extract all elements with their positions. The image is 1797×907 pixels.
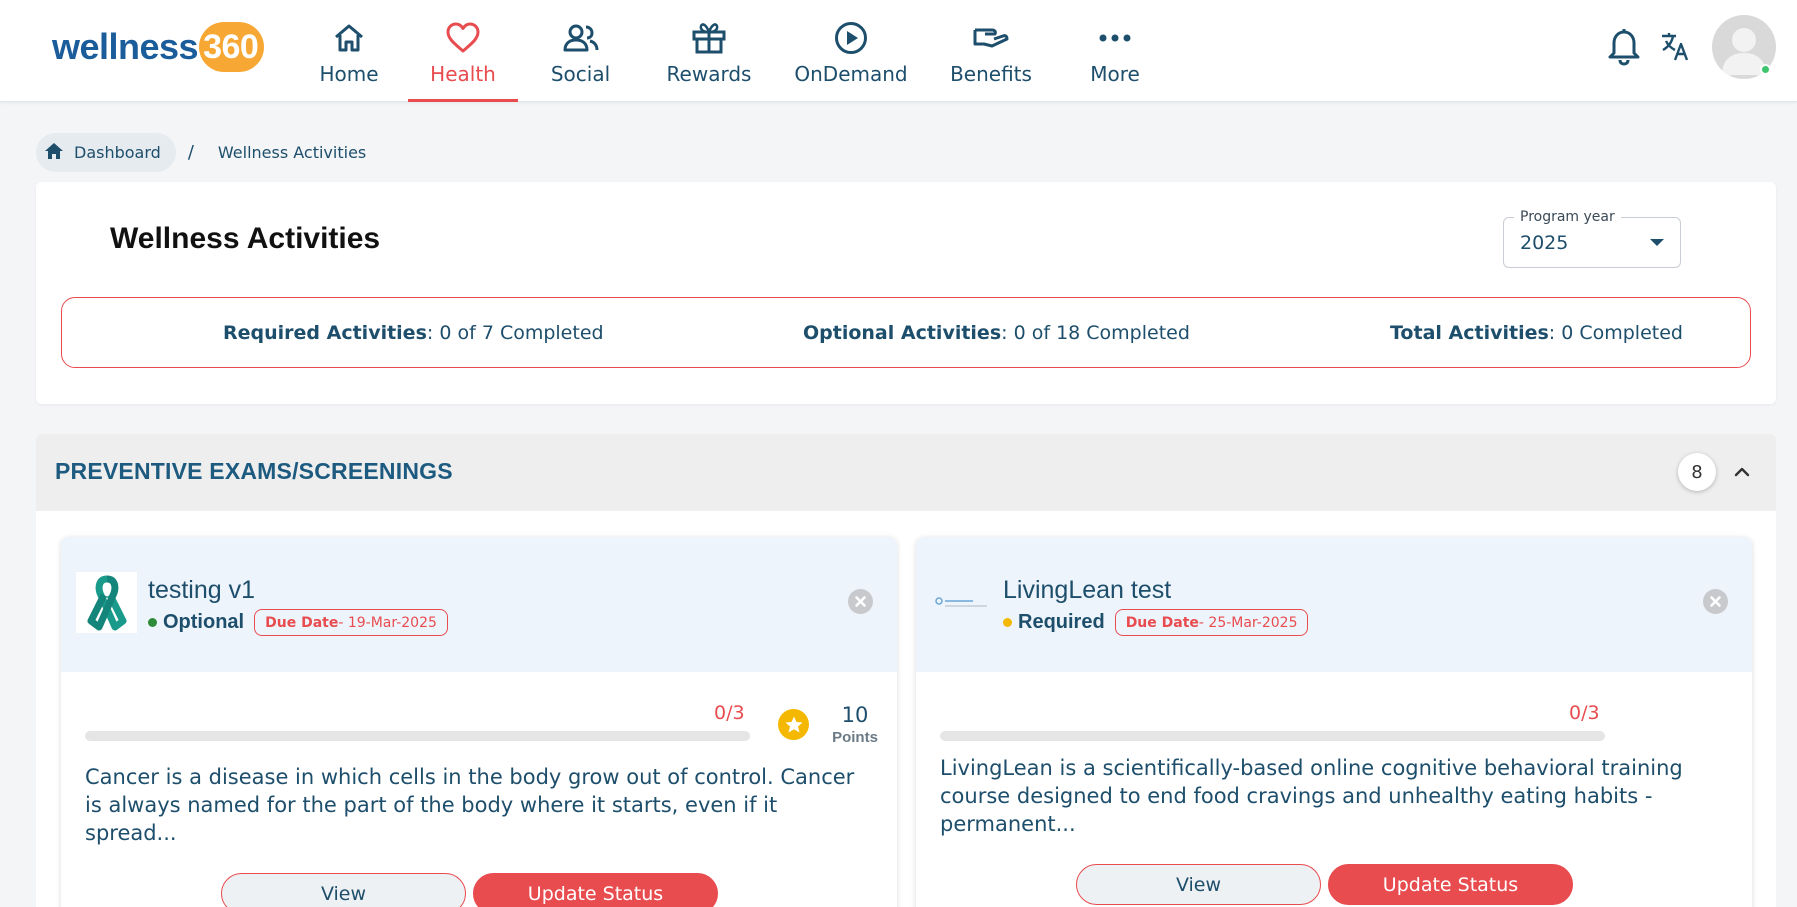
stat-optional: Optional Activities: 0 of 18 Completed	[803, 322, 1190, 344]
section-title: PREVENTIVE EXAMS/SCREENINGS	[55, 458, 453, 484]
nav-label-social: Social	[550, 62, 611, 86]
gift-icon	[691, 20, 727, 56]
stat-required-label: Required Activities	[223, 322, 427, 344]
view-button[interactable]: View	[221, 873, 466, 907]
stat-optional-label: Optional Activities	[803, 322, 1002, 344]
play-circle-icon	[833, 20, 869, 56]
activity-card: LivingLean test Required Due Date - 25-M…	[916, 537, 1752, 907]
stat-optional-value: : 0 of 18 Completed	[1001, 322, 1190, 344]
nav-item-benefits[interactable]: Benefits	[927, 0, 1055, 102]
stat-total-value: : 0 Completed	[1548, 322, 1683, 344]
activity-card: testing v1 Optional Due Date - 19-Mar-20…	[61, 537, 897, 907]
stat-required: Required Activities: 0 of 7 Completed	[223, 322, 604, 344]
due-date-label: Due Date	[265, 614, 339, 631]
nav-item-health[interactable]: Health	[408, 0, 518, 102]
stat-total: Total Activities: 0 Completed	[1390, 322, 1683, 344]
home-icon	[332, 20, 366, 56]
nav-label-health: Health	[430, 62, 496, 86]
nav-label-benefits: Benefits	[950, 62, 1032, 86]
due-date-value: - 19-Mar-2025	[338, 614, 437, 631]
program-year-select[interactable]: Program year 2025	[1503, 209, 1681, 268]
breadcrumb-home-label: Dashboard	[74, 143, 161, 162]
stat-total-label: Total Activities	[1390, 322, 1549, 344]
nav-item-social[interactable]: Social	[518, 0, 643, 102]
top-navigation-bar: wellness360 Home Health Social Rewards	[0, 0, 1797, 102]
nav-item-more[interactable]: More	[1055, 0, 1175, 102]
due-date-badge: Due Date - 19-Mar-2025	[254, 609, 448, 636]
nav-label-home: Home	[319, 62, 379, 86]
activity-description: Cancer is a disease in which cells in th…	[85, 765, 855, 845]
section-header[interactable]: PREVENTIVE EXAMS/SCREENINGS 8	[36, 434, 1776, 511]
activity-card-header: LivingLean test Required Due Date - 25-M…	[916, 537, 1752, 672]
nav-label-more: More	[1090, 62, 1140, 86]
stat-required-value: : 0 of 7 Completed	[426, 322, 604, 344]
activity-stats: Required Activities: 0 of 7 Completed Op…	[61, 297, 1751, 368]
due-date-badge: Due Date - 25-Mar-2025	[1114, 609, 1309, 636]
awareness-ribbon-icon	[76, 572, 137, 633]
activity-card-header: testing v1 Optional Due Date - 19-Mar-20…	[61, 537, 897, 672]
program-year-value: 2025	[1520, 232, 1569, 254]
chevron-down-icon	[1650, 239, 1664, 246]
section-count-badge: 8	[1678, 453, 1716, 491]
update-status-button[interactable]: Update Status	[473, 873, 718, 907]
close-icon[interactable]	[1703, 589, 1728, 614]
breadcrumb-current: Wellness Activities	[217, 143, 367, 162]
logo-text: wellness	[52, 26, 199, 67]
nav-item-home[interactable]: Home	[290, 0, 408, 102]
points-value: 10	[841, 703, 869, 727]
close-icon[interactable]	[848, 589, 873, 614]
progress-text: 0/3	[714, 702, 745, 724]
nav-label-rewards: Rewards	[666, 62, 752, 86]
status-dot	[1003, 618, 1012, 627]
bell-icon[interactable]	[1607, 28, 1641, 70]
logo-number: 360	[199, 22, 265, 72]
breadcrumb: Dashboard / Wellness Activities	[36, 133, 366, 172]
activity-title: testing v1	[148, 576, 256, 604]
due-date-value: - 25-Mar-2025	[1198, 614, 1298, 631]
progress-text: 0/3	[1569, 702, 1600, 724]
home-icon	[44, 142, 64, 164]
heart-icon	[445, 20, 481, 56]
online-status-dot	[1760, 64, 1771, 75]
translate-icon[interactable]	[1660, 30, 1692, 66]
due-date-label: Due Date	[1125, 614, 1199, 631]
activity-meta: Optional Due Date - 19-Mar-2025	[148, 609, 448, 636]
nav-item-ondemand[interactable]: OnDemand	[775, 0, 927, 102]
breadcrumb-separator: /	[187, 142, 194, 163]
main-nav: Home Health Social Rewards OnDemand Bene…	[290, 0, 1175, 102]
update-status-button[interactable]: Update Status	[1328, 864, 1573, 905]
points-label: Points	[832, 729, 878, 746]
nav-item-rewards[interactable]: Rewards	[643, 0, 775, 102]
progress-bar	[85, 731, 750, 741]
activities-summary-card: Wellness Activities Program year 2025 Re…	[36, 182, 1776, 404]
program-year-label: Program year	[1514, 209, 1621, 225]
livinglean-logo-icon	[931, 572, 992, 633]
view-button[interactable]: View	[1076, 864, 1321, 905]
progress-bar	[940, 731, 1605, 741]
activity-description: LivingLean is a scientifically-based onl…	[940, 756, 1683, 836]
wellness360-logo[interactable]: wellness 360	[52, 20, 265, 74]
activity-type: Required	[1018, 611, 1105, 633]
activity-title: LivingLean test	[1003, 576, 1172, 604]
page-title: Wellness Activities	[110, 222, 381, 255]
more-dots-icon	[1098, 20, 1132, 56]
status-dot	[148, 618, 157, 627]
nav-label-ondemand: OnDemand	[794, 62, 908, 86]
star-icon	[778, 709, 809, 740]
breadcrumb-dashboard[interactable]: Dashboard	[36, 133, 176, 172]
preventive-exams-section: PREVENTIVE EXAMS/SCREENINGS 8 testing v1…	[36, 434, 1776, 907]
hand-icon	[972, 20, 1010, 56]
chevron-up-icon[interactable]	[1730, 460, 1754, 484]
activity-meta: Required Due Date - 25-Mar-2025	[1003, 609, 1309, 636]
people-icon	[562, 20, 600, 56]
activity-type: Optional	[163, 611, 245, 633]
